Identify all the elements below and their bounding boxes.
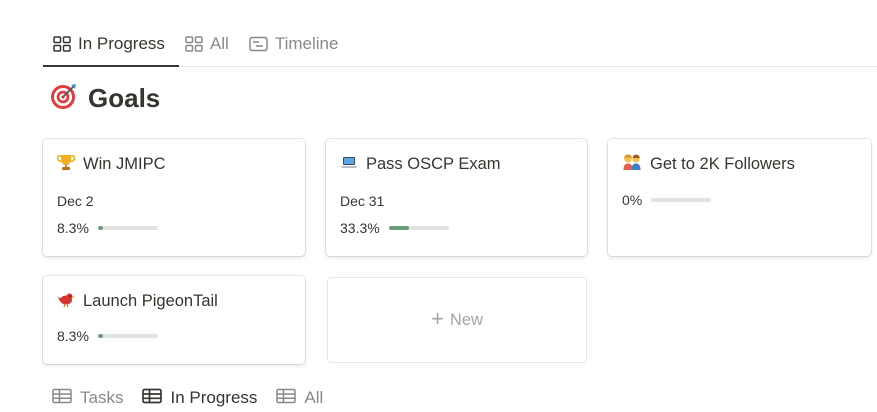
- tab-all[interactable]: All: [175, 30, 239, 58]
- progress: 33.3%: [340, 220, 573, 236]
- card-date: Dec 2: [57, 193, 94, 209]
- progress-label: 0%: [622, 192, 643, 208]
- progress-label: 8.3%: [57, 328, 89, 344]
- tab-in-progress[interactable]: In Progress: [44, 30, 175, 58]
- page-title-text: Goals: [88, 83, 161, 113]
- tab-label: All: [304, 388, 324, 407]
- tab-label: In Progress: [170, 388, 258, 407]
- progress-label: 8.3%: [57, 220, 89, 236]
- laptop-icon: [340, 153, 358, 176]
- board-icon: [185, 36, 203, 52]
- card-title: Pass OSCP Exam: [366, 155, 501, 173]
- progress-bar: [651, 198, 712, 202]
- tab-label: In Progress: [78, 34, 165, 53]
- table-icon: [52, 388, 72, 409]
- progress: 8.3%: [57, 328, 291, 344]
- progress-fill: [97, 226, 103, 230]
- new-card-button[interactable]: + New: [327, 277, 587, 363]
- tab-tasks[interactable]: Tasks: [52, 386, 123, 410]
- card-date: Dec 31: [340, 193, 385, 209]
- tab-label: All: [209, 34, 229, 53]
- bird-icon: [57, 290, 75, 313]
- table-icon: [276, 388, 297, 409]
- card-header: Win JMIPC: [56, 153, 291, 176]
- progress-label: 33.3%: [340, 220, 380, 236]
- page-title: Goals: [50, 82, 160, 115]
- progress-bar: [388, 226, 449, 230]
- goal-card[interactable]: Launch PigeonTail 8.3%: [43, 276, 305, 364]
- progress: 0%: [622, 192, 857, 208]
- tab-timeline[interactable]: Timeline: [239, 30, 349, 58]
- goal-card[interactable]: Pass OSCP Exam Dec 31 33.3%: [326, 139, 587, 256]
- target-icon: [50, 82, 78, 115]
- card-title: Get to 2K Followers: [650, 155, 795, 173]
- tab-all-table[interactable]: All: [276, 386, 323, 410]
- active-tab-indicator: [43, 65, 179, 67]
- goal-card[interactable]: Get to 2K Followers 0%: [608, 139, 871, 256]
- new-card-label: New: [449, 310, 483, 329]
- timeline-icon: [249, 36, 268, 52]
- plus-icon: +: [431, 306, 444, 331]
- card-header: Get to 2K Followers: [622, 153, 857, 176]
- progress-fill: [388, 226, 409, 230]
- card-title: Launch PigeonTail: [83, 292, 218, 310]
- tab-label: Timeline: [274, 34, 339, 53]
- board-icon: [53, 36, 71, 52]
- progress-bar: [97, 334, 158, 338]
- progress: 8.3%: [57, 220, 291, 236]
- tab-in-progress-table[interactable]: In Progress: [142, 386, 257, 410]
- table-icon: [142, 388, 163, 409]
- people-icon: [622, 153, 642, 176]
- trophy-icon: [56, 153, 76, 176]
- tab-label: Tasks: [80, 388, 124, 407]
- goal-card[interactable]: Win JMIPC Dec 2 8.3%: [43, 139, 305, 256]
- bottom-view-tabs: Tasks In Progress All: [52, 386, 342, 410]
- card-header: Launch PigeonTail: [57, 290, 291, 313]
- progress-fill: [97, 334, 103, 338]
- card-header: Pass OSCP Exam: [340, 153, 573, 176]
- progress-bar: [97, 226, 158, 230]
- view-tabs: In Progress All Timeline: [44, 30, 348, 58]
- card-title: Win JMIPC: [83, 155, 166, 173]
